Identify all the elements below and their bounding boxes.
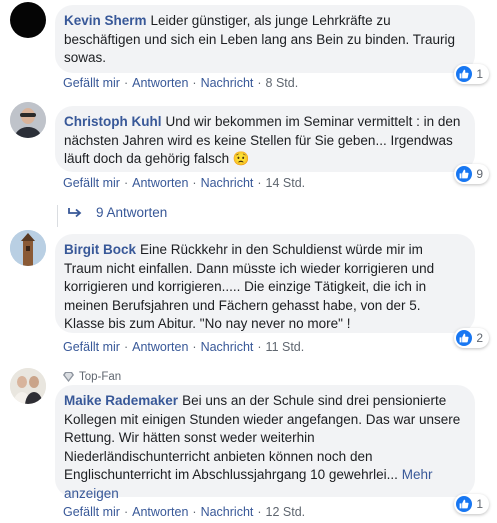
comment-author[interactable]: Maike Rademaker xyxy=(64,393,178,408)
avatar[interactable] xyxy=(10,102,46,138)
timestamp[interactable]: 12 Std. xyxy=(266,505,306,519)
reaction-count: 1 xyxy=(476,497,483,511)
like-icon xyxy=(456,496,473,512)
comment-author[interactable]: Christoph Kuhl xyxy=(64,114,162,129)
comment-author[interactable]: Birgit Bock xyxy=(64,242,136,257)
avatar[interactable] xyxy=(10,230,46,266)
replies-count[interactable]: 9 Antworten xyxy=(96,205,167,220)
reply-button[interactable]: Antworten xyxy=(132,505,188,519)
message-button[interactable]: Nachricht xyxy=(201,76,254,90)
avatar-photo xyxy=(10,102,46,138)
reaction-count: 2 xyxy=(476,331,483,345)
comment-bubble: Christoph Kuhl Und wir bekommen im Semina… xyxy=(55,106,475,172)
comment-actions: Gefällt mir · Antworten · Nachricht · 8 Std. xyxy=(63,76,298,90)
reaction-count: 9 xyxy=(476,167,483,181)
timestamp[interactable]: 14 Std. xyxy=(266,176,306,190)
timestamp[interactable]: 8 Std. xyxy=(266,76,299,90)
separator-dot: · xyxy=(192,76,197,90)
separator-dot: · xyxy=(257,340,262,354)
separator-dot: · xyxy=(257,176,262,190)
separator-dot: · xyxy=(257,76,262,90)
avatar-photo xyxy=(10,230,46,266)
reaction-summary[interactable]: 1 xyxy=(454,64,489,84)
separator-dot: · xyxy=(257,505,262,519)
reaction-summary[interactable]: 9 xyxy=(454,164,489,184)
thread-line xyxy=(57,205,58,227)
comment-author[interactable]: Kevin Sherm xyxy=(64,13,147,28)
reaction-count: 1 xyxy=(476,67,483,81)
separator-dot: · xyxy=(123,340,129,354)
avatar[interactable] xyxy=(10,2,46,38)
timestamp[interactable]: 11 Std. xyxy=(266,340,305,354)
comment-actions: Gefällt mir · Antworten · Nachricht · 14 Std. xyxy=(63,176,305,190)
reply-button[interactable]: Antworten xyxy=(132,76,188,90)
message-button[interactable]: Nachricht xyxy=(201,340,254,354)
avatar-photo xyxy=(10,368,46,404)
separator-dot: · xyxy=(192,176,197,190)
reply-arrow-icon xyxy=(68,207,82,217)
comment-bubble: Maike Rademaker Bei uns an der Schule sin… xyxy=(55,385,475,501)
like-icon xyxy=(456,166,473,182)
comment-bubble: Kevin Sherm Leider günstiger, als junge L… xyxy=(55,5,475,73)
like-icon xyxy=(456,66,473,82)
view-replies-link[interactable]: 9 Antworten xyxy=(68,205,167,220)
separator-dot: · xyxy=(123,176,129,190)
reply-button[interactable]: Antworten xyxy=(132,176,188,190)
like-button[interactable]: Gefällt mir xyxy=(63,340,120,354)
avatar[interactable] xyxy=(10,368,46,404)
comment-bubble: Birgit Bock Eine Rückkehr in den Schuldie… xyxy=(55,234,475,333)
like-button[interactable]: Gefällt mir xyxy=(63,505,120,519)
reply-button[interactable]: Antworten xyxy=(132,340,188,354)
message-button[interactable]: Nachricht xyxy=(201,176,254,190)
like-button[interactable]: Gefällt mir xyxy=(63,176,120,190)
separator-dot: · xyxy=(123,76,129,90)
worried-face-emoji: 😟 xyxy=(232,151,250,166)
top-fan-label: Top-Fan xyxy=(79,371,122,383)
comment-actions: Gefällt mir · Antworten · Nachricht · 12 Std. xyxy=(63,505,305,519)
like-icon xyxy=(456,330,473,346)
diamond-icon xyxy=(63,372,74,382)
like-button[interactable]: Gefällt mir xyxy=(63,76,120,90)
separator-dot: · xyxy=(123,505,129,519)
top-fan-badge[interactable]: Top-Fan xyxy=(63,371,121,383)
separator-dot: · xyxy=(192,505,197,519)
reaction-summary[interactable]: 1 xyxy=(454,494,489,514)
message-button[interactable]: Nachricht xyxy=(201,505,254,519)
reaction-summary[interactable]: 2 xyxy=(454,328,489,348)
separator-dot: · xyxy=(192,340,197,354)
comment-actions: Gefällt mir · Antworten · Nachricht · 11 Std. xyxy=(63,340,304,354)
